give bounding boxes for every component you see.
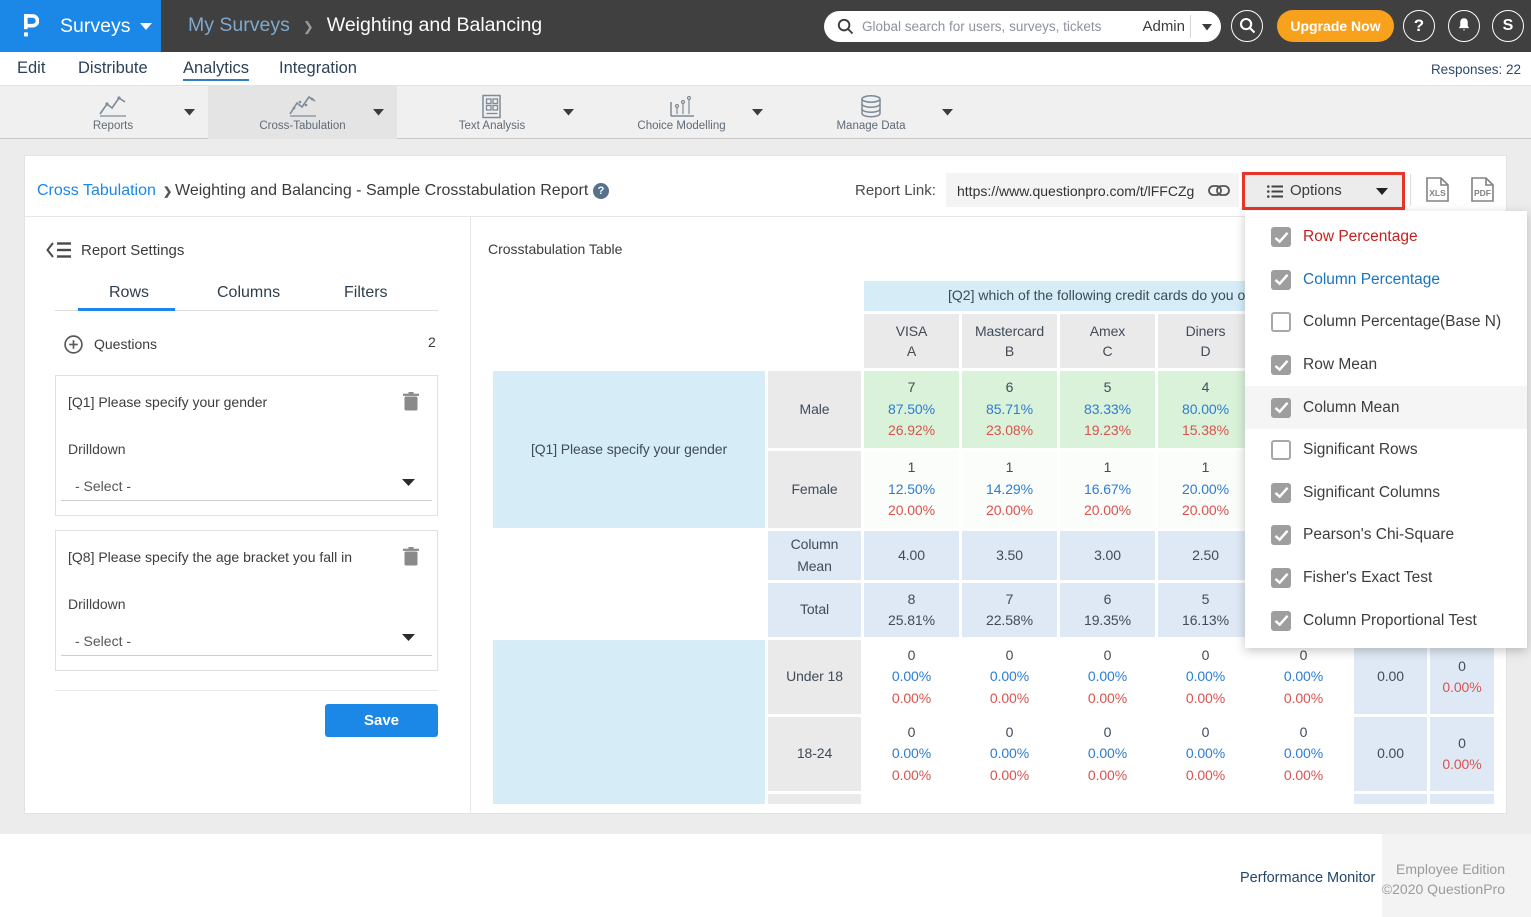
svg-text:XLS: XLS (1429, 188, 1446, 198)
svg-text:PDF: PDF (1474, 188, 1491, 198)
